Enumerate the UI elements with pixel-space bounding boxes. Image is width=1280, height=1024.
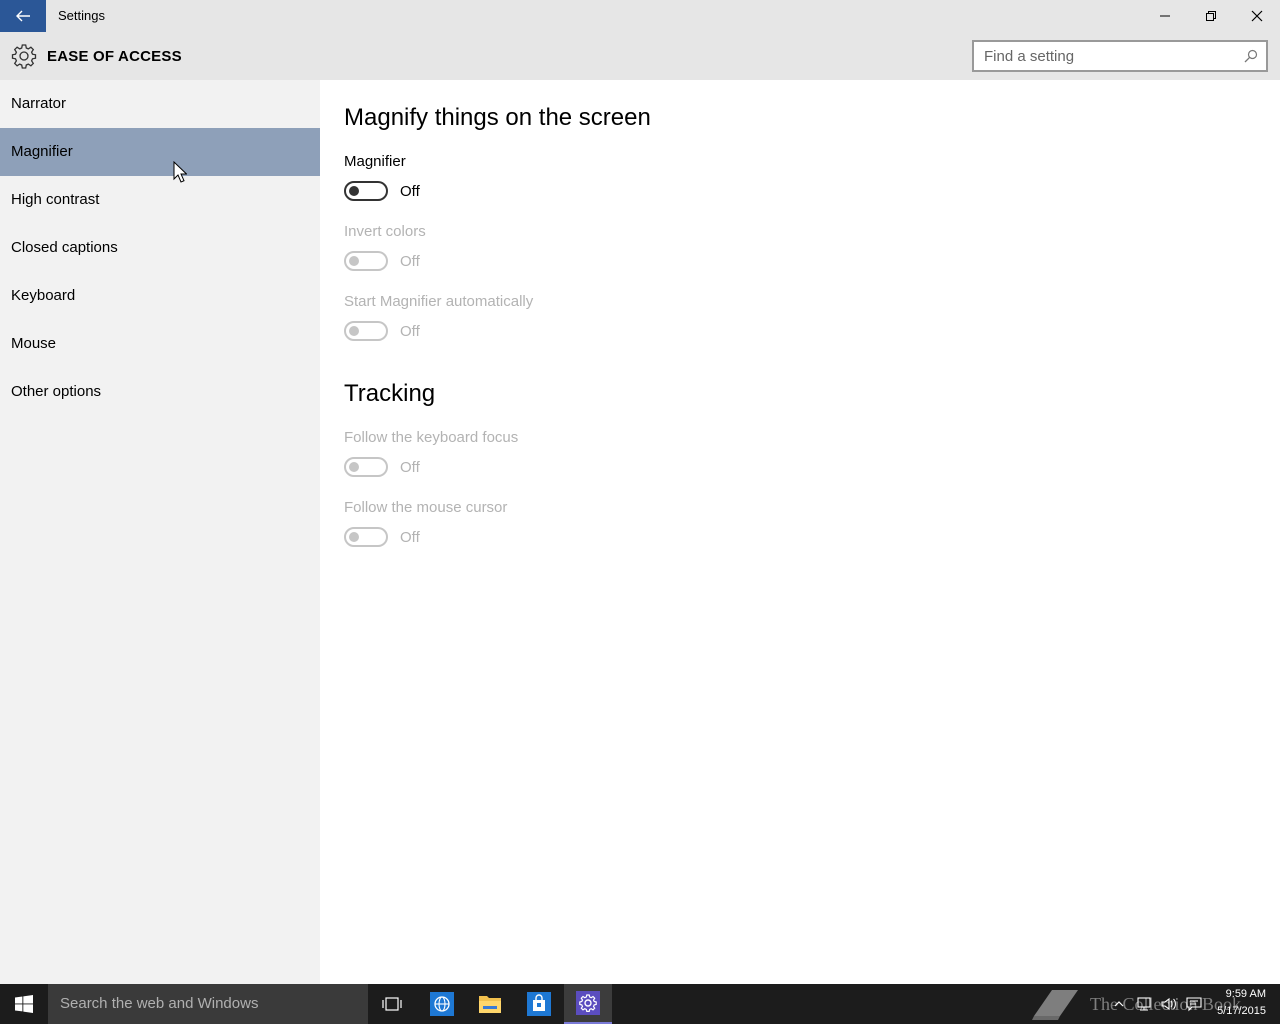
search-icon[interactable] — [1244, 49, 1258, 63]
back-button[interactable] — [0, 0, 46, 32]
internet-explorer-button[interactable] — [418, 984, 466, 1024]
start-magnifier-toggle-state: Off — [400, 323, 420, 340]
clock-date[interactable]: 5/17/2015 — [1206, 1005, 1266, 1017]
sidebar-item-mouse[interactable]: Mouse — [0, 320, 320, 368]
sidebar: Narrator Magnifier High contrast Closed … — [0, 80, 320, 984]
mouse-cursor-icon — [173, 161, 187, 183]
sidebar-item-keyboard[interactable]: Keyboard — [0, 272, 320, 320]
taskbar: Search the web and Windows The Collectio… — [0, 984, 1280, 1024]
start-button[interactable] — [0, 984, 48, 1024]
follow-mouse-cursor-toggle-state: Off — [400, 529, 420, 546]
close-button[interactable] — [1234, 0, 1280, 32]
internet-explorer-icon — [430, 992, 454, 1016]
settings-header: EASE OF ACCESS — [0, 32, 1280, 80]
minimize-icon — [1160, 15, 1170, 17]
sidebar-item-closed-captions[interactable]: Closed captions — [0, 224, 320, 272]
volume-icon — [1161, 997, 1176, 1011]
tracking-heading: Tracking — [344, 380, 436, 407]
volume-button[interactable] — [1157, 984, 1181, 1024]
find-setting-search[interactable] — [972, 40, 1268, 72]
toggle-knob — [349, 186, 359, 196]
settings-app-button[interactable] — [564, 984, 612, 1024]
windows-logo-icon — [15, 995, 33, 1013]
magnifier-label: Magnifier — [344, 153, 406, 170]
title-bar: Settings — [0, 0, 1280, 32]
close-icon — [1251, 10, 1263, 22]
magnifier-toggle-state: Off — [400, 183, 420, 200]
start-magnifier-label: Start Magnifier automatically — [344, 293, 534, 310]
chevron-up-icon — [1114, 1001, 1124, 1007]
file-explorer-icon — [479, 996, 501, 1013]
action-center-button[interactable] — [1182, 984, 1206, 1024]
toggle-knob — [349, 532, 359, 542]
file-explorer-button[interactable] — [466, 984, 514, 1024]
follow-keyboard-focus-label: Follow the keyboard focus — [344, 429, 519, 446]
follow-keyboard-focus-toggle — [344, 457, 388, 477]
restore-icon — [1206, 11, 1216, 21]
restore-button[interactable] — [1188, 0, 1234, 32]
book-icon — [1032, 990, 1078, 1020]
action-center-icon — [1186, 997, 1202, 1012]
show-hidden-icons-button[interactable] — [1110, 984, 1128, 1024]
store-icon — [527, 992, 551, 1016]
follow-mouse-cursor-label: Follow the mouse cursor — [344, 499, 508, 516]
toggle-knob — [349, 326, 359, 336]
follow-keyboard-focus-toggle-state: Off — [400, 459, 420, 476]
invert-colors-toggle-state: Off — [400, 253, 420, 270]
minimize-button[interactable] — [1142, 0, 1188, 32]
follow-mouse-cursor-toggle — [344, 527, 388, 547]
network-icon — [1137, 997, 1151, 1011]
invert-colors-toggle — [344, 251, 388, 271]
settings-icon — [576, 991, 600, 1015]
magnifier-toggle[interactable] — [344, 181, 388, 201]
task-view-button[interactable] — [368, 984, 416, 1024]
sidebar-item-other-options[interactable]: Other options — [0, 368, 320, 416]
toggle-knob — [349, 462, 359, 472]
window-title: Settings — [58, 8, 105, 23]
invert-colors-label: Invert colors — [344, 223, 426, 240]
gear-icon — [11, 44, 37, 69]
clock-time[interactable]: 9:59 AM — [1210, 988, 1266, 1000]
taskbar-search-box[interactable]: Search the web and Windows — [48, 984, 368, 1024]
sidebar-item-narrator[interactable]: Narrator — [0, 80, 320, 128]
page-title: Magnify things on the screen — [344, 104, 651, 131]
toggle-knob — [349, 256, 359, 266]
section-title: EASE OF ACCESS — [47, 48, 182, 65]
task-view-icon — [382, 997, 402, 1011]
sidebar-item-magnifier[interactable]: Magnifier — [0, 128, 320, 176]
taskbar-search-placeholder: Search the web and Windows — [60, 995, 259, 1012]
network-button[interactable] — [1132, 984, 1156, 1024]
search-input[interactable] — [984, 47, 1234, 65]
main-content: Magnify things on the screen Magnifier O… — [320, 80, 1280, 984]
back-arrow-icon — [16, 10, 30, 22]
start-magnifier-toggle — [344, 321, 388, 341]
sidebar-item-high-contrast[interactable]: High contrast — [0, 176, 320, 224]
store-button[interactable] — [515, 984, 563, 1024]
